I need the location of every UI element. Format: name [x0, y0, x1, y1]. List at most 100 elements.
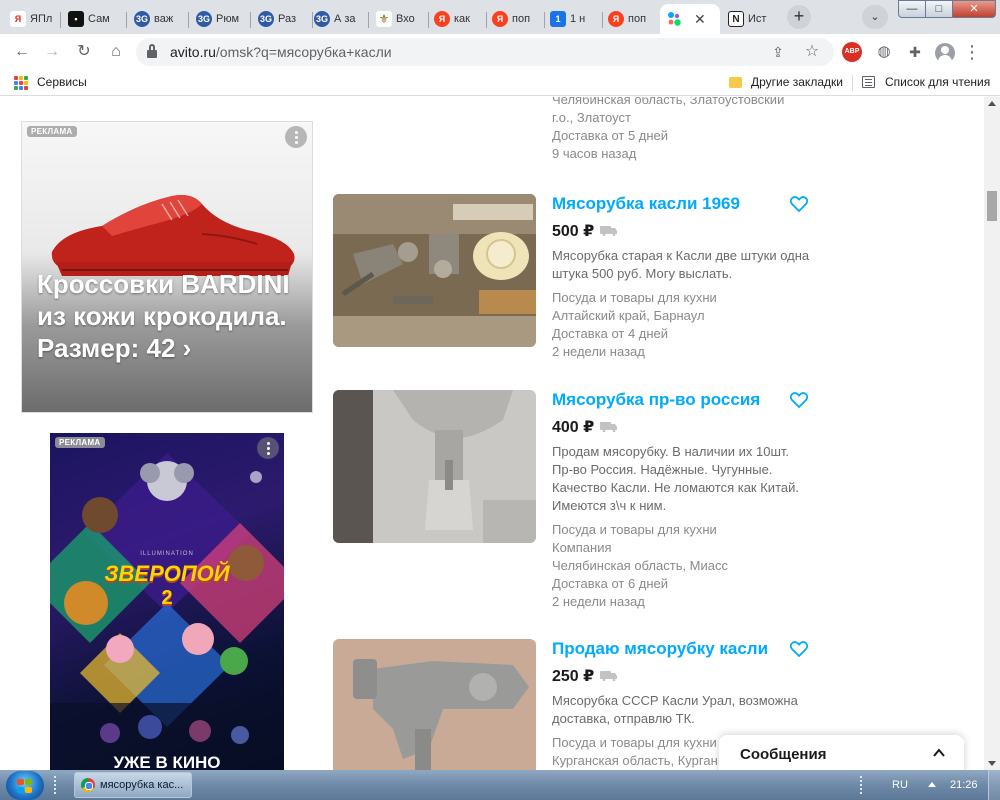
reload-icon[interactable]: ↻: [72, 40, 96, 64]
tab-label: 1 н: [570, 13, 586, 25]
favorite-heart-icon[interactable]: [790, 392, 808, 408]
windows-taskbar: мясорубка кас... RU 21:26: [0, 770, 1000, 800]
tab-strip: Я ЯПл ▪ Сам 3G важ 3G Рюм 3G Раз 3G А за: [0, 0, 1000, 34]
bookmark-apps[interactable]: Сервисы: [37, 70, 87, 95]
tab-6[interactable]: 3G А за: [308, 4, 366, 34]
site-icon: 3G: [314, 11, 330, 27]
adblock-icon[interactable]: ABP: [842, 42, 862, 62]
tab-label: Вхо: [396, 13, 415, 25]
listing-title[interactable]: Мясорубка пр-во россия: [552, 390, 812, 410]
listing-photo[interactable]: [333, 390, 536, 543]
delivery-truck-icon: [600, 422, 618, 432]
listing-delivery: Доставка от 5 дней: [552, 128, 669, 143]
tray-expand-icon[interactable]: [928, 782, 936, 787]
ad-banner-movie[interactable]: РЕКЛАМА ILLUMINATION ЗВЕРОПОЙ 2 УЖЕ В КИ…: [50, 433, 284, 770]
listing-title[interactable]: Продаю мясорубку касли: [552, 639, 812, 659]
url-path: /omsk?q=мясорубка+касли: [215, 44, 392, 60]
messages-label[interactable]: Сообщения: [740, 746, 826, 763]
yandex-icon: Я: [492, 11, 508, 27]
favorite-heart-icon[interactable]: [790, 196, 808, 212]
bookmark-divider: [852, 75, 853, 91]
listing-title[interactable]: Мясорубка касли 1969: [552, 194, 812, 214]
listing-time: 2 недели назад: [552, 344, 645, 359]
forward-arrow-icon[interactable]: →: [40, 40, 64, 64]
taskbar-grip: [54, 776, 62, 794]
ad-shoe-text[interactable]: Кроссовки BARDINI из кожи крокодила. Раз…: [37, 268, 299, 364]
listing-location: Челябинская область, Златоустовский: [552, 97, 785, 107]
tab-9[interactable]: Я поп: [486, 4, 542, 34]
scroll-up-arrow-icon[interactable]: [988, 101, 996, 106]
listing-photo[interactable]: [333, 194, 536, 347]
listing-photo[interactable]: [333, 639, 536, 770]
minimize-button[interactable]: —: [898, 0, 926, 18]
clock[interactable]: 21:26: [950, 770, 978, 800]
start-button[interactable]: [6, 771, 44, 800]
tab-11[interactable]: Я поп: [602, 4, 658, 34]
profile-avatar[interactable]: [935, 43, 955, 63]
share-icon[interactable]: ⇪: [766, 40, 790, 64]
tab-13[interactable]: N Ист: [722, 4, 782, 34]
tab-label: Рюм: [216, 13, 240, 25]
tab-1[interactable]: Я ЯПл: [4, 4, 58, 34]
tab-10[interactable]: 1 1 н: [544, 4, 600, 34]
shield-icon: ⚜: [376, 11, 392, 27]
film-studio: ILLUMINATION: [140, 551, 194, 557]
tab-label: Сам: [88, 13, 110, 25]
tab-4[interactable]: 3G Рюм: [190, 4, 248, 34]
apps-grid-icon[interactable]: [14, 76, 28, 90]
new-tab-button[interactable]: +: [787, 5, 811, 29]
delivery-truck-icon: [600, 671, 618, 681]
close-window-button[interactable]: ✕: [952, 0, 996, 18]
tab-5[interactable]: 3G Раз: [252, 4, 310, 34]
ad-badge: РЕКЛАМА: [55, 437, 105, 448]
tab-7[interactable]: ⚜ Вхо: [370, 4, 426, 34]
page-scrollbar[interactable]: [984, 97, 1000, 770]
taskbar-chrome-button[interactable]: мясорубка кас...: [74, 772, 192, 798]
scrollbar-thumb[interactable]: [987, 191, 997, 221]
bookmarks-bar: Сервисы Другие закладки Список для чтени…: [0, 70, 1000, 96]
site-icon: ▪: [68, 11, 84, 27]
scroll-down-arrow-icon[interactable]: [988, 761, 996, 766]
maximize-button[interactable]: □: [925, 0, 953, 18]
address-bar[interactable]: avito.ru/omsk?q=мясорубка+касли ⇪ ☆: [136, 38, 834, 66]
listing-delivery: Доставка от 4 дней: [552, 326, 669, 341]
taskbar-task-label: мясорубка кас...: [100, 779, 184, 791]
ad-badge: РЕКЛАМА: [27, 126, 77, 137]
tab-3[interactable]: 3G важ: [128, 4, 186, 34]
bookmark-other[interactable]: Другие закладки: [751, 70, 843, 95]
globe-icon[interactable]: ◍: [872, 40, 896, 64]
show-desktop-button[interactable]: [988, 770, 1000, 800]
tab-search-button[interactable]: ⌄: [862, 5, 888, 29]
tab-2[interactable]: ▪ Сам: [62, 4, 124, 34]
lock-icon[interactable]: [147, 44, 157, 58]
extensions-icon[interactable]: ✚: [903, 40, 927, 64]
home-icon[interactable]: ⌂: [104, 40, 128, 64]
tab-label: Ист: [748, 13, 767, 25]
listing-category: Посуда и товары для кухни: [552, 290, 717, 305]
url-text[interactable]: avito.ru/omsk?q=мясорубка+касли: [170, 38, 392, 66]
language-indicator[interactable]: RU: [892, 770, 908, 800]
avito-icon: [666, 11, 682, 27]
ad-more-icon[interactable]: [285, 126, 307, 148]
ad-banner-shoes[interactable]: РЕКЛАМА Кроссовки BARDINI из кожи крокод…: [21, 121, 313, 413]
ad-more-icon[interactable]: [257, 437, 279, 459]
tab-active-avito[interactable]: ✕: [660, 4, 720, 34]
tab-label: ЯПл: [30, 13, 53, 25]
tab-label: поп: [628, 13, 647, 25]
favorite-heart-icon[interactable]: [790, 641, 808, 657]
yandex-icon: Я: [608, 11, 624, 27]
back-arrow-icon[interactable]: ←: [10, 40, 34, 64]
listing-location-2: г.о., Златоуст: [552, 110, 631, 125]
chevron-up-icon[interactable]: [933, 747, 945, 759]
menu-kebab-icon[interactable]: ⋮: [960, 40, 984, 64]
listing-price: 500 ₽: [552, 223, 595, 240]
url-host: avito.ru: [170, 44, 216, 60]
tab-8[interactable]: Я как: [428, 4, 484, 34]
messages-panel[interactable]: Сообщения: [719, 735, 964, 770]
site-icon: 3G: [258, 11, 274, 27]
bookmark-star-icon[interactable]: ☆: [800, 40, 824, 64]
tab-close-icon[interactable]: ✕: [694, 11, 706, 28]
bookmark-reading-list[interactable]: Список для чтения: [885, 70, 990, 95]
reading-list-icon: [862, 76, 875, 88]
listing-location: Алтайский край, Барнаул: [552, 308, 705, 323]
